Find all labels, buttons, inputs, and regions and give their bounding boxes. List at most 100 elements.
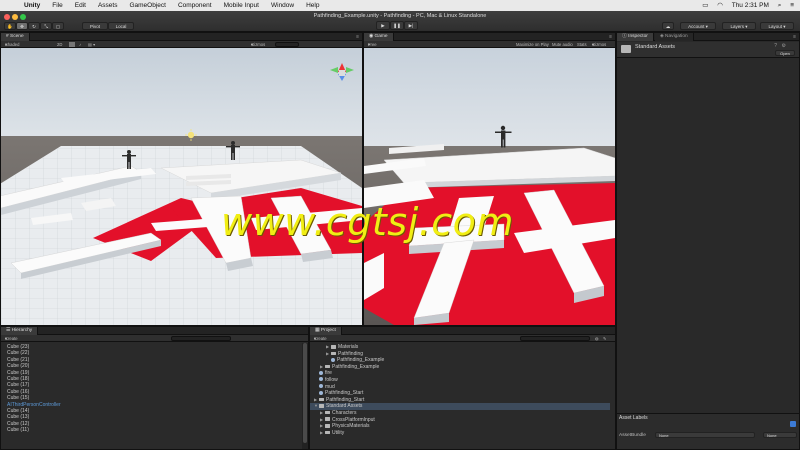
scene-gizmos-label: Gizmos xyxy=(251,42,266,47)
menu-component[interactable]: Component xyxy=(172,0,218,11)
hierarchy-create-dropdown[interactable]: Create ▾ xyxy=(5,335,18,342)
hierarchy-item[interactable]: Cube (11) xyxy=(1,427,301,433)
inspector-menu-icon[interactable]: ≡ xyxy=(793,33,796,41)
project-create-dropdown[interactable]: Create ▾ xyxy=(314,335,327,342)
project-tree-item[interactable]: ▼ Standard Assets xyxy=(310,403,610,410)
folder-icon xyxy=(319,397,324,402)
hierarchy-toolbar: Create ▾ xyxy=(1,335,308,342)
list-icon[interactable]: ≡ xyxy=(790,2,794,9)
project-tree-item[interactable]: ▶ PhysicsMaterials xyxy=(310,423,610,430)
hierarchy-search-input[interactable] xyxy=(171,336,231,341)
project-tree-item[interactable]: follow xyxy=(310,377,610,384)
open-button[interactable]: Open xyxy=(775,50,795,56)
menu-gameobject[interactable]: GameObject xyxy=(123,0,172,11)
project-tree-item[interactable]: ▶ Pathfinding_Example xyxy=(310,364,610,371)
inspector-settings-icon[interactable]: ⚙ xyxy=(782,43,786,49)
clock[interactable]: Thu 2:31 PM xyxy=(732,2,769,9)
menu-edit[interactable]: Edit xyxy=(69,0,92,11)
inspector-help-icon[interactable]: ? xyxy=(774,43,777,49)
menu-mobile-input[interactable]: Mobile Input xyxy=(218,0,265,11)
hierarchy-scrollbar[interactable] xyxy=(302,343,308,449)
minimize-window-icon[interactable] xyxy=(12,14,18,20)
asset-variant-dropdown[interactable]: None xyxy=(763,432,797,438)
project-item-label: Pathfinding xyxy=(338,350,364,357)
project-search-input[interactable] xyxy=(520,336,590,341)
pause-button[interactable]: ❚❚ xyxy=(390,21,404,30)
close-window-icon[interactable] xyxy=(4,14,10,20)
tab-game[interactable]: ◉ Game xyxy=(364,33,394,41)
pivot-toggle[interactable]: Pivot xyxy=(82,22,108,30)
game-gizmos-dropdown[interactable]: Gizmos ▾ xyxy=(592,41,606,48)
project-tree-item[interactable]: fire xyxy=(310,370,610,377)
project-tree-item[interactable]: ▶ CrossPlatformInput xyxy=(310,417,610,424)
game-viewport[interactable] xyxy=(364,48,615,325)
layers-dropdown[interactable]: Layers ▾ xyxy=(722,22,756,30)
label-tag-icon[interactable] xyxy=(790,421,796,427)
project-tree-item[interactable]: Pathfinding_Example xyxy=(310,357,610,364)
project-tree-item[interactable]: ▶ Pathfinding xyxy=(310,351,610,358)
asset-labels-section: Asset Labels AssetBundle None None xyxy=(617,413,799,449)
tab-scene[interactable]: # Scene xyxy=(1,33,30,41)
project-tree-item[interactable]: ▶ Characters xyxy=(310,410,610,417)
shading-mode-dropdown[interactable]: Shaded ▾ xyxy=(5,41,19,48)
maximize-on-play-toggle[interactable]: Maximize on Play xyxy=(516,41,549,48)
project-tree-item[interactable]: ▶ Materials xyxy=(310,344,610,351)
filter-type-icon[interactable]: ◍ xyxy=(595,335,599,342)
scale-tool-icon[interactable]: ⤡ xyxy=(40,22,52,30)
tab-navigation[interactable]: ◈ Navigation xyxy=(655,33,694,41)
menu-unity[interactable]: Unity xyxy=(18,0,46,11)
folder-icon xyxy=(331,344,336,349)
lighting-toggle-icon[interactable] xyxy=(69,42,75,47)
aspect-dropdown[interactable]: Free Aspect ▾ xyxy=(368,41,381,54)
zoom-window-icon[interactable] xyxy=(20,14,26,20)
local-toggle[interactable]: Local xyxy=(108,22,134,30)
battery-icon[interactable]: ▭ xyxy=(702,2,708,9)
layout-label: Layout xyxy=(768,24,782,29)
tab-project[interactable]: ▦ Project xyxy=(310,327,342,335)
cloud-icon[interactable]: ☁ xyxy=(662,22,674,30)
rotate-tool-icon[interactable]: ↻ xyxy=(28,22,40,30)
menu-window[interactable]: Window xyxy=(265,0,300,11)
scene-viewport[interactable] xyxy=(1,48,362,325)
project-item-label: Pathfinding_Start xyxy=(325,390,364,397)
menu-help[interactable]: Help xyxy=(300,0,325,11)
project-item-label: mud xyxy=(325,383,335,390)
project-tree-item[interactable]: ▶ Pathfinding_Start xyxy=(310,397,610,404)
move-tool-icon[interactable]: ✥ xyxy=(16,22,28,30)
scene-search-input[interactable] xyxy=(275,42,299,47)
gizmos-dropdown[interactable]: Gizmos ▾ xyxy=(251,41,265,48)
play-button[interactable]: ▶ xyxy=(376,21,390,30)
mac-menubar: Unity File Edit Assets GameObject Compon… xyxy=(0,0,800,11)
account-label: Account xyxy=(688,24,705,29)
window-title: Pathfinding_Example.unity - Pathfinding … xyxy=(313,13,487,19)
pivot-label: Pivot xyxy=(89,24,100,29)
wifi-icon[interactable]: ◠ xyxy=(717,2,723,9)
hierarchy-create-label: Create xyxy=(5,336,18,341)
audio-toggle-icon[interactable]: ♪ xyxy=(79,41,81,48)
effects-dropdown-icon[interactable]: ▤ ▾ xyxy=(88,41,95,48)
project-tree-item[interactable]: ▶ Utility xyxy=(310,430,610,437)
2d-toggle[interactable]: 2D xyxy=(57,41,62,48)
project-tree-item[interactable]: mud xyxy=(310,384,610,391)
rect-tool-icon[interactable]: ▢ xyxy=(52,22,64,30)
hierarchy-scroll-thumb[interactable] xyxy=(303,343,307,443)
tab-inspector[interactable]: ⓘ Inspector xyxy=(617,33,654,41)
stats-toggle[interactable]: Stats xyxy=(577,41,587,48)
project-item-label: fire xyxy=(325,370,332,377)
project-item-label: Pathfinding_Start xyxy=(326,396,365,403)
game-panel-menu-icon[interactable]: ≡ xyxy=(609,33,612,41)
search-icon[interactable]: ⌕ xyxy=(778,2,782,9)
filter-label-icon[interactable]: ✎ xyxy=(603,335,607,342)
panel-menu-icon[interactable]: ≡ xyxy=(356,33,359,41)
asset-bundle-dropdown[interactable]: None xyxy=(655,432,755,438)
project-tree-item[interactable]: Pathfinding_Start xyxy=(310,390,610,397)
mute-audio-toggle[interactable]: Mute audio xyxy=(552,41,573,48)
account-dropdown[interactable]: Account ▾ xyxy=(680,22,716,30)
game-panel: ◉ Game ≡ Free Aspect ▾ Maximize on Play … xyxy=(363,32,616,326)
layout-dropdown[interactable]: Layout ▾ xyxy=(760,22,794,30)
tab-hierarchy[interactable]: ☰ Hierarchy xyxy=(1,327,39,335)
menu-assets[interactable]: Assets xyxy=(92,0,124,11)
hand-tool-icon[interactable]: ✋ xyxy=(4,22,16,30)
menu-file[interactable]: File xyxy=(46,0,68,11)
step-button[interactable]: ▶| xyxy=(404,21,418,30)
